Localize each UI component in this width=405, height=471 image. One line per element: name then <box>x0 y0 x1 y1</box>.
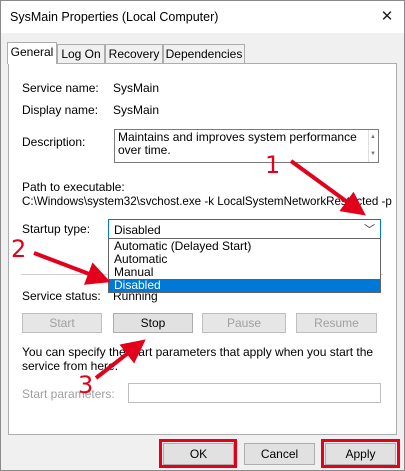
step-3-label: 3 <box>78 371 94 399</box>
display-name-value: SysMain <box>113 103 160 117</box>
cancel-button[interactable]: Cancel <box>244 443 315 465</box>
step-2-label: 2 <box>11 235 27 263</box>
general-panel: Service name: SysMain Display name: SysM… <box>8 63 397 435</box>
description-text: Maintains and improves system performanc… <box>118 130 357 157</box>
startup-type-label: Startup type: <box>22 222 91 236</box>
display-name-label: Display name: <box>22 103 99 117</box>
option-disabled[interactable]: Disabled <box>109 279 380 292</box>
start-parameters-hint: You can specify the start parameters tha… <box>22 345 374 373</box>
service-status-label: Service status: <box>22 289 101 303</box>
path-value: C:\Windows\system32\svchost.exe -k Local… <box>22 195 392 208</box>
tab-log-on[interactable]: Log On <box>57 44 105 63</box>
path-label: Path to executable: <box>22 180 125 194</box>
start-parameters-label: Start parameters: <box>22 387 115 401</box>
start-parameters-input[interactable] <box>128 383 381 403</box>
start-button[interactable]: Start <box>22 313 102 333</box>
scroll-down-icon[interactable]: ▼ <box>370 148 376 161</box>
close-icon[interactable]: ✕ <box>378 8 396 26</box>
pause-button[interactable]: Pause <box>202 313 286 333</box>
startup-type-select[interactable]: Disabled ﹀ <box>108 219 381 239</box>
stop-button[interactable]: Stop <box>113 313 193 333</box>
service-name-label: Service name: <box>22 81 99 95</box>
window-title: SysMain Properties (Local Computer) <box>10 10 219 24</box>
tab-general[interactable]: General <box>7 42 57 64</box>
chevron-down-icon[interactable]: ﹀ <box>364 221 375 237</box>
ok-button[interactable]: OK <box>163 443 234 465</box>
service-name-value: SysMain <box>113 81 160 95</box>
resume-button[interactable]: Resume <box>296 313 377 333</box>
title-bar: SysMain Properties (Local Computer) ✕ <box>1 1 404 33</box>
startup-type-dropdown: Automatic (Delayed Start) Automatic Manu… <box>108 238 381 293</box>
startup-type-value: Disabled <box>114 223 161 237</box>
step-1-label: 1 <box>265 151 281 179</box>
scroll-up-icon[interactable]: ▲ <box>370 131 376 144</box>
description-label: Description: <box>22 135 86 149</box>
description-scrollbar[interactable]: ▲ ▼ <box>368 130 378 162</box>
tab-dependencies[interactable]: Dependencies <box>163 44 245 63</box>
apply-button[interactable]: Apply <box>325 443 396 465</box>
properties-dialog: SysMain Properties (Local Computer) ✕ Ge… <box>0 0 405 471</box>
description-box[interactable]: Maintains and improves system performanc… <box>114 129 379 163</box>
tab-recovery[interactable]: Recovery <box>105 44 163 63</box>
